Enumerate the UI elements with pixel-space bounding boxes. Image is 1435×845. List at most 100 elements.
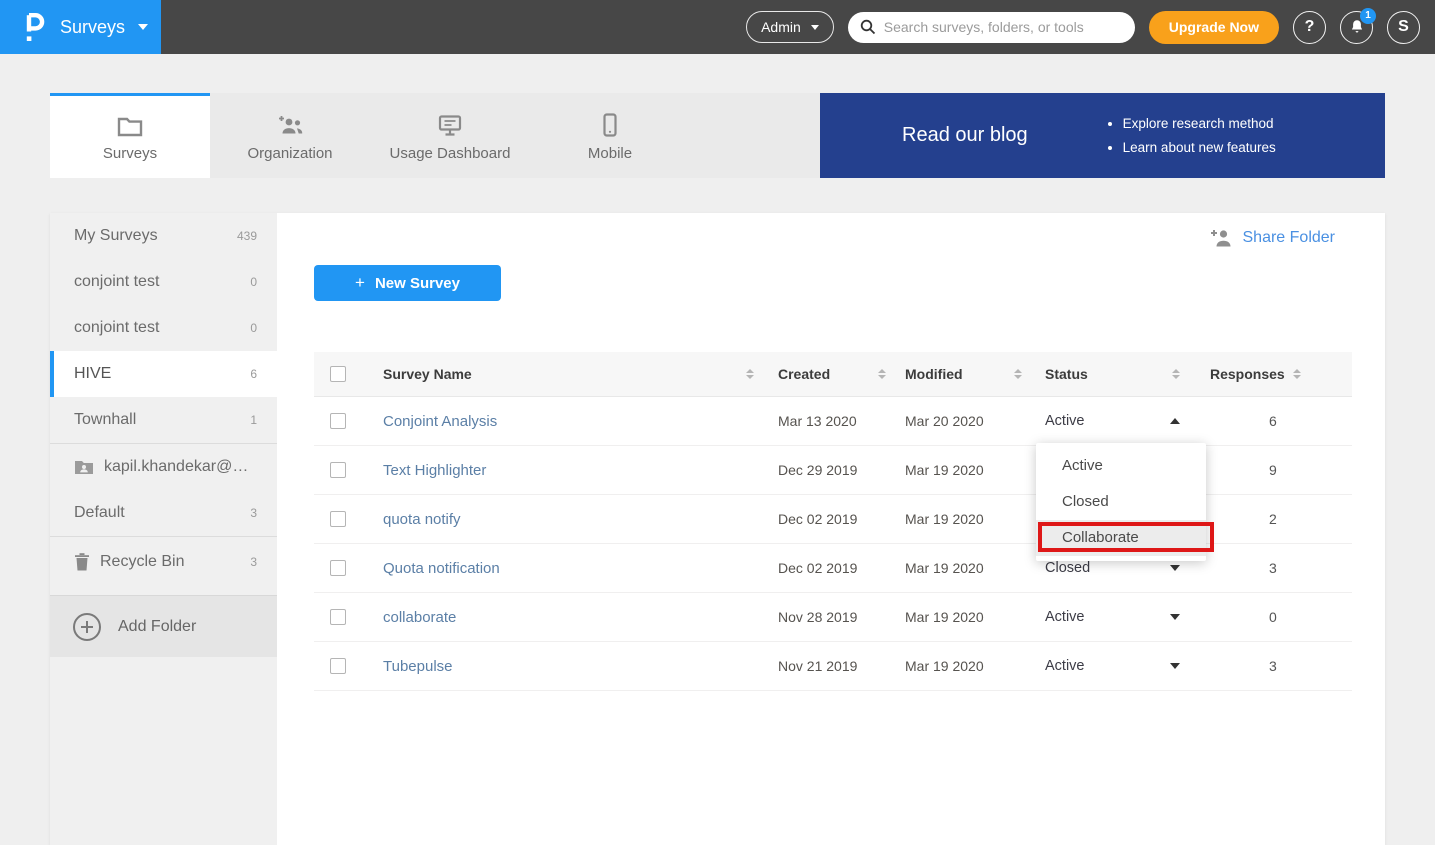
status-option-closed[interactable]: Closed xyxy=(1036,484,1206,520)
avatar-initial: S xyxy=(1398,18,1409,36)
status-dropdown-trigger[interactable]: Active xyxy=(1030,609,1194,625)
main-card: My Surveys 439 conjoint test 0 conjoint … xyxy=(50,213,1385,845)
sidebar-item-townhall[interactable]: Townhall 1 xyxy=(50,397,277,443)
column-label: Status xyxy=(1045,366,1088,382)
folder-count: 439 xyxy=(237,229,257,243)
row-checkbox[interactable] xyxy=(330,658,346,674)
sidebar-item-conjoint-test-1[interactable]: conjoint test 0 xyxy=(50,259,277,305)
status-dropdown-menu: Active Closed Collaborate xyxy=(1036,443,1206,561)
survey-name-link[interactable]: Tubepulse xyxy=(383,658,453,675)
folder-label: conjoint test xyxy=(74,273,250,291)
status-value: Active xyxy=(1045,609,1085,625)
folder-label: My Surveys xyxy=(74,227,237,245)
chevron-down-icon xyxy=(1170,565,1180,571)
responses-count: 2 xyxy=(1210,511,1277,527)
sidebar-item-my-surveys[interactable]: My Surveys 439 xyxy=(50,213,277,259)
folder-icon xyxy=(117,113,143,137)
notifications-button[interactable]: 1 xyxy=(1340,11,1373,44)
folder-label: Default xyxy=(74,504,250,522)
modified-date: Mar 19 2020 xyxy=(905,658,984,674)
created-date: Nov 21 2019 xyxy=(778,658,857,674)
share-folder-link[interactable]: Share Folder xyxy=(1209,228,1336,247)
folder-label: conjoint test xyxy=(74,319,250,337)
chevron-down-icon xyxy=(1170,614,1180,620)
survey-name-link[interactable]: Conjoint Analysis xyxy=(383,413,497,430)
folder-count: 1 xyxy=(250,413,257,427)
row-checkbox[interactable] xyxy=(330,609,346,625)
status-option-collaborate[interactable]: Collaborate xyxy=(1036,520,1206,556)
column-header-modified[interactable]: Modified xyxy=(894,366,1030,382)
status-option-active[interactable]: Active xyxy=(1036,448,1206,484)
help-button[interactable]: ? xyxy=(1293,11,1326,44)
new-survey-button[interactable]: + New Survey xyxy=(314,265,501,301)
user-avatar[interactable]: S xyxy=(1387,11,1420,44)
modified-date: Mar 19 2020 xyxy=(905,462,984,478)
column-header-created[interactable]: Created xyxy=(764,366,894,382)
status-dropdown-trigger[interactable]: Active xyxy=(1030,658,1194,674)
row-checkbox[interactable] xyxy=(330,462,346,478)
column-header-survey-name[interactable]: Survey Name xyxy=(368,366,764,382)
new-survey-label: New Survey xyxy=(375,275,460,292)
sort-icon[interactable] xyxy=(746,369,754,379)
blog-banner[interactable]: Read our blog Explore research method Le… xyxy=(820,93,1385,178)
folder-count: 6 xyxy=(250,367,257,381)
trash-icon xyxy=(74,553,90,571)
sidebar-item-shared-account[interactable]: kapil.khandekar@que… xyxy=(50,444,277,490)
plus-circle-icon xyxy=(72,612,102,642)
tab-surveys[interactable]: Surveys xyxy=(50,93,210,178)
app-switcher-menu[interactable]: Surveys xyxy=(0,0,161,54)
row-checkbox[interactable] xyxy=(330,511,346,527)
folder-label: kapil.khandekar@que… xyxy=(104,458,257,476)
responses-count: 3 xyxy=(1210,560,1277,576)
tab-label: Mobile xyxy=(588,145,632,162)
topbar-right: Admin Upgrade Now ? 1 xyxy=(746,11,1435,44)
modified-date: Mar 19 2020 xyxy=(905,511,984,527)
banner-title: Read our blog xyxy=(902,124,1028,147)
sort-icon[interactable] xyxy=(878,369,886,379)
topbar: Surveys Admin Upgrade Now ? xyxy=(0,0,1435,54)
survey-name-link[interactable]: Text Highlighter xyxy=(383,462,486,479)
status-value: Active xyxy=(1045,413,1085,429)
row-checkbox[interactable] xyxy=(330,413,346,429)
responses-count: 6 xyxy=(1210,413,1277,429)
upgrade-now-button[interactable]: Upgrade Now xyxy=(1149,11,1279,44)
sidebar-item-recycle-bin[interactable]: Recycle Bin 3 xyxy=(50,537,277,587)
survey-name-link[interactable]: quota notify xyxy=(383,511,461,528)
survey-name-link[interactable]: Quota notification xyxy=(383,560,500,577)
folder-count: 3 xyxy=(250,506,257,520)
select-all-checkbox[interactable] xyxy=(330,366,346,382)
sort-icon[interactable] xyxy=(1172,369,1180,379)
role-dropdown[interactable]: Admin xyxy=(746,11,834,43)
sort-icon[interactable] xyxy=(1293,369,1301,379)
tabstrip: Surveys Organization xyxy=(50,93,1385,178)
tab-organization[interactable]: Organization xyxy=(210,93,370,178)
tab-mobile[interactable]: Mobile xyxy=(530,93,690,178)
row-checkbox[interactable] xyxy=(330,560,346,576)
folder-label: Townhall xyxy=(74,411,250,429)
sidebar-item-default[interactable]: Default 3 xyxy=(50,490,277,536)
status-dropdown-trigger[interactable]: Active xyxy=(1030,413,1194,429)
share-folder-label: Share Folder xyxy=(1243,229,1336,247)
table-header-row: Survey Name Created Modified Status Resp… xyxy=(314,352,1352,397)
question-mark-icon: ? xyxy=(1305,18,1315,36)
sidebar-item-hive[interactable]: HIVE 6 xyxy=(50,351,277,397)
app-menu-label: Surveys xyxy=(60,17,125,38)
add-person-icon xyxy=(1209,228,1233,247)
add-folder-button[interactable]: Add Folder xyxy=(50,595,277,657)
modified-date: Mar 20 2020 xyxy=(905,413,984,429)
created-date: Dec 02 2019 xyxy=(778,511,857,527)
column-header-responses[interactable]: Responses xyxy=(1194,366,1352,382)
column-label: Modified xyxy=(905,366,963,382)
status-dropdown-trigger[interactable]: Closed xyxy=(1030,560,1194,576)
table-row: Conjoint Analysis Mar 13 2020 Mar 20 202… xyxy=(314,397,1352,446)
survey-name-link[interactable]: collaborate xyxy=(383,609,456,626)
dashboard-icon xyxy=(437,113,463,137)
sort-icon[interactable] xyxy=(1014,369,1022,379)
responses-count: 3 xyxy=(1210,658,1277,674)
tabstrip-filler xyxy=(690,93,820,178)
sidebar-item-conjoint-test-2[interactable]: conjoint test 0 xyxy=(50,305,277,351)
search-input[interactable] xyxy=(884,19,1123,35)
tab-usage-dashboard[interactable]: Usage Dashboard xyxy=(370,93,530,178)
add-folder-label: Add Folder xyxy=(118,618,196,636)
column-header-status[interactable]: Status xyxy=(1030,366,1194,382)
